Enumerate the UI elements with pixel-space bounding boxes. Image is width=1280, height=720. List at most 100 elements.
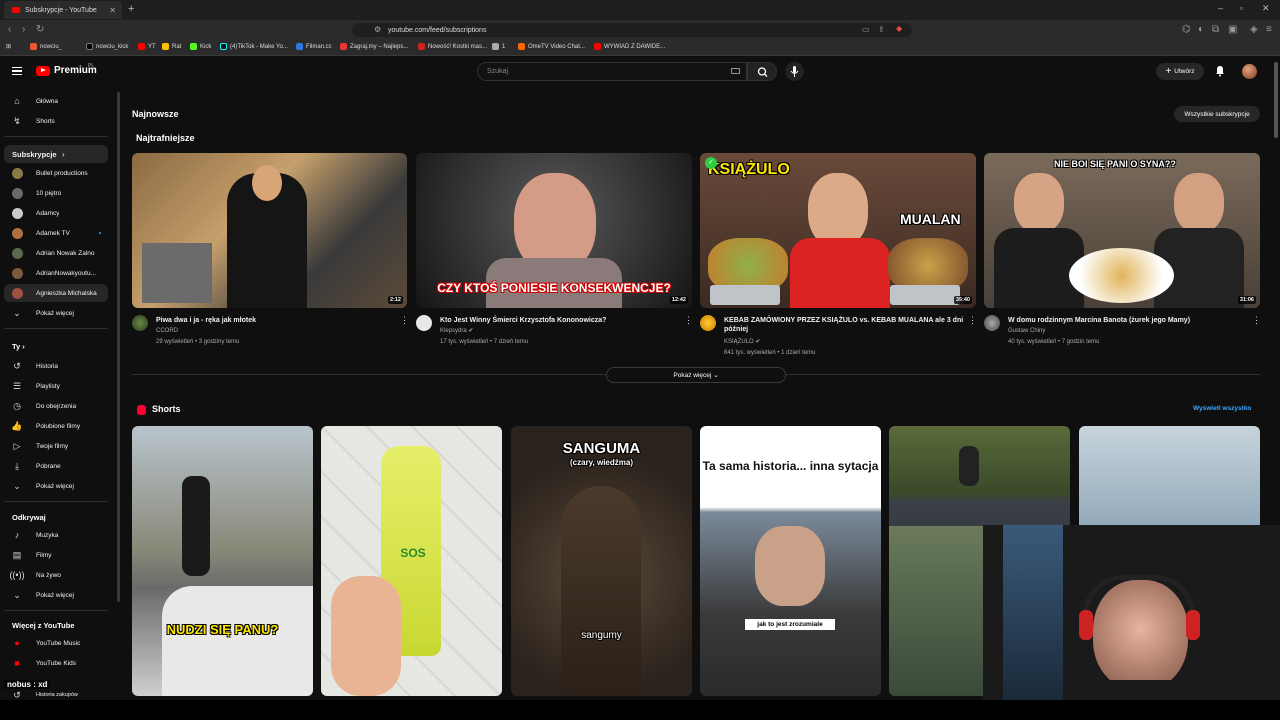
sidebar-item-downloads[interactable]: ⤓ Pobrane	[4, 457, 108, 475]
menu-icon[interactable]: ≡	[1266, 24, 1272, 35]
video-channel[interactable]: Klepsydra ✔	[440, 327, 473, 336]
channel-avatar[interactable]	[700, 315, 716, 331]
url-field[interactable]: ⚙ youtube.com/feed/subscriptions ▭ ⇪ ◆	[352, 23, 912, 37]
sidebar-toggle-icon[interactable]: ▣	[1228, 24, 1237, 35]
sidebar-item-channel[interactable]: Adamek TV	[4, 224, 108, 242]
video-thumbnail[interactable]: CZY KTOŚ PONIESIE KONSEKWENCJE? 12:42	[416, 153, 692, 308]
search-button[interactable]	[747, 62, 777, 81]
bookmark-item[interactable]: 1	[492, 43, 505, 50]
channel-avatar[interactable]	[416, 315, 432, 331]
extensions-icon[interactable]: ⧉	[1212, 24, 1219, 35]
sidebar-item-your-videos[interactable]: ▷ Twoje filmy	[4, 437, 108, 455]
back-icon[interactable]: ‹	[8, 24, 11, 35]
short-thumbnail[interactable]: Ta sama historia... inna sytacja jak to …	[700, 426, 881, 696]
short-thumbnail[interactable]: SOS	[321, 426, 502, 696]
sidebar-more-heading: Więcej z YouTube	[12, 621, 75, 630]
voice-search-button[interactable]	[785, 62, 804, 81]
sidebar-item-home[interactable]: ⌂ Główna	[4, 92, 108, 110]
more-options-icon[interactable]: ⋮	[968, 315, 977, 326]
sidebar-item-channel[interactable]: Bullet productions	[4, 164, 108, 182]
close-tab-icon[interactable]: ✕	[109, 6, 116, 15]
sidebar-item-channel[interactable]: 10 piętro	[4, 184, 108, 202]
site-info-icon[interactable]: ⚙	[374, 25, 381, 34]
short-thumbnail[interactable]: NUDZI SIĘ PANU?	[132, 426, 313, 696]
sidebar-item-shorts[interactable]: ↯ Shorts	[4, 112, 108, 130]
sidebar-item-films[interactable]: ▤ Filmy	[4, 546, 108, 564]
create-button[interactable]: + Utwórz	[1156, 63, 1204, 80]
more-options-icon[interactable]: ⋮	[400, 315, 409, 326]
all-subscriptions-button[interactable]: Wszystkie subskrypcje	[1174, 106, 1260, 122]
channel-avatar[interactable]	[984, 315, 1000, 331]
user-avatar[interactable]	[1242, 64, 1257, 79]
video-channel[interactable]: Gustaw Chiny	[1008, 327, 1045, 336]
video-title[interactable]: KEBAB ZAMÓWIONY PRZEZ KSIĄŻULO vs. KEBAB…	[724, 316, 966, 334]
video-thumbnail[interactable]: KSIĄŻULO MUALAN ✓ 35:40	[700, 153, 976, 308]
sidebar-item-live[interactable]: ((•)) Na żywo	[4, 566, 108, 584]
more-options-icon[interactable]: ⋮	[684, 315, 693, 326]
video-title[interactable]: Piwa dwa i ja - ręka jak młotek	[156, 316, 392, 325]
sidebar-item-yt-music[interactable]: ● YouTube Music	[4, 634, 108, 652]
thumbnail-face	[252, 165, 282, 201]
youtube-premium-logo[interactable]: Premium PL	[36, 63, 97, 76]
sidebar-show-more[interactable]: ⌄ Pokaż więcej	[4, 586, 108, 604]
extension-icon[interactable]: ◐	[1198, 24, 1204, 35]
sidebar-item-channel[interactable]: Agnieszka Michalska	[4, 284, 108, 302]
bookmark-item[interactable]: WYWIAD Z DAWIDE...	[594, 43, 665, 50]
video-channel[interactable]: KSIĄŻULO ✔	[724, 338, 760, 347]
video-thumbnail[interactable]: NIE BOI SIĘ PANI O SYNA?? 31:06	[984, 153, 1260, 308]
page-scrollbar[interactable]	[1274, 62, 1278, 138]
screenshot-icon[interactable]: ▭	[862, 25, 870, 34]
maximize-icon[interactable]: ▫	[1240, 3, 1243, 13]
forward-icon[interactable]: ›	[22, 24, 25, 35]
sidebar-item-watch-later[interactable]: ◷ Do obejrzenia	[4, 397, 108, 415]
sidebar-item-history[interactable]: ↺ Historia	[4, 357, 108, 375]
video-title[interactable]: Kto Jest Winny Śmierci Krzysztofa Konono…	[440, 316, 680, 325]
sidebar-show-more[interactable]: ⌄ Pokaż więcej	[4, 477, 108, 495]
like-icon: 👍	[11, 420, 23, 431]
sidebar-item-channel[interactable]: Adrian Nowak Żalno	[4, 244, 108, 262]
bookmark-item[interactable]: Filman.cc	[296, 43, 332, 50]
sidebar-item-channel[interactable]: AdrianNowakyoutu...	[4, 264, 108, 282]
channel-avatar[interactable]	[132, 315, 148, 331]
short-thumbnail[interactable]: SANGUMA (czary, wiedźma) sangumy	[511, 426, 692, 696]
view-all-shorts-link[interactable]: Wyświetl wszystko	[1193, 405, 1251, 412]
video-channel[interactable]: CCORD	[156, 327, 178, 336]
bookmark-item[interactable]: nowciu_	[30, 43, 62, 50]
bookmark-item[interactable]: Kick	[190, 43, 211, 50]
browser-tab[interactable]: Subskrypcje - YouTube ✕	[4, 1, 122, 19]
sidebar-item-yt-kids[interactable]: ■ YouTube Kids	[4, 654, 108, 672]
video-title[interactable]: W domu rodzinnym Marcina Banota (żurek j…	[1008, 316, 1254, 325]
sidebar-you-heading[interactable]: Ty ›	[12, 342, 25, 351]
apps-icon[interactable]: ⊞	[6, 43, 11, 50]
brave-shield-icon[interactable]: ◆	[896, 24, 902, 33]
bookmark-item[interactable]: (4)TikTok - Make Yo...	[220, 43, 288, 50]
bookmark-item[interactable]: Zagraj.my – Najleps...	[340, 43, 408, 50]
share-icon[interactable]: ⇪	[878, 25, 885, 34]
sidebar-item-liked[interactable]: 👍 Polubione filmy	[4, 417, 108, 435]
more-options-icon[interactable]: ⋮	[1252, 315, 1261, 326]
keyboard-icon[interactable]	[731, 68, 740, 74]
bookmark-item[interactable]: OmeTV Video Chat...	[518, 43, 585, 50]
search-input[interactable]: Szukaj	[477, 62, 747, 81]
hamburger-menu-icon[interactable]	[12, 67, 22, 75]
extension-icon[interactable]: ⌬	[1182, 24, 1191, 35]
reload-icon[interactable]: ↻	[36, 24, 44, 35]
close-window-icon[interactable]: ✕	[1262, 3, 1270, 14]
sidebar-item-playlists[interactable]: ☰ Playlisty	[4, 377, 108, 395]
sidebar-item-channel[interactable]: Adamcy	[4, 204, 108, 222]
bookmark-item[interactable]: YT	[138, 43, 156, 50]
sidebar-show-more[interactable]: ⌄ Pokaż więcej	[4, 304, 108, 322]
new-tab-icon[interactable]: +	[128, 3, 134, 15]
bookmark-item[interactable]: Nowość! Kostki mas...	[418, 43, 487, 50]
bookmark-item[interactable]: nowciu_kick	[86, 43, 128, 50]
video-thumbnail[interactable]: 2:12	[132, 153, 407, 308]
vpn-icon[interactable]: ◈	[1250, 24, 1258, 35]
sidebar-scrollbar[interactable]	[117, 92, 120, 602]
bookmark-item[interactable]: Rat	[162, 43, 181, 50]
new-content-dot	[99, 232, 101, 234]
minimize-icon[interactable]: –	[1218, 3, 1223, 13]
sidebar-subscriptions-heading[interactable]: Subskrypcje ›	[4, 145, 108, 163]
notifications-bell-icon[interactable]	[1214, 65, 1226, 77]
show-more-button[interactable]: Pokaż więcej ⌄	[606, 367, 786, 383]
sidebar-item-music[interactable]: ♪ Muzyka	[4, 526, 108, 544]
